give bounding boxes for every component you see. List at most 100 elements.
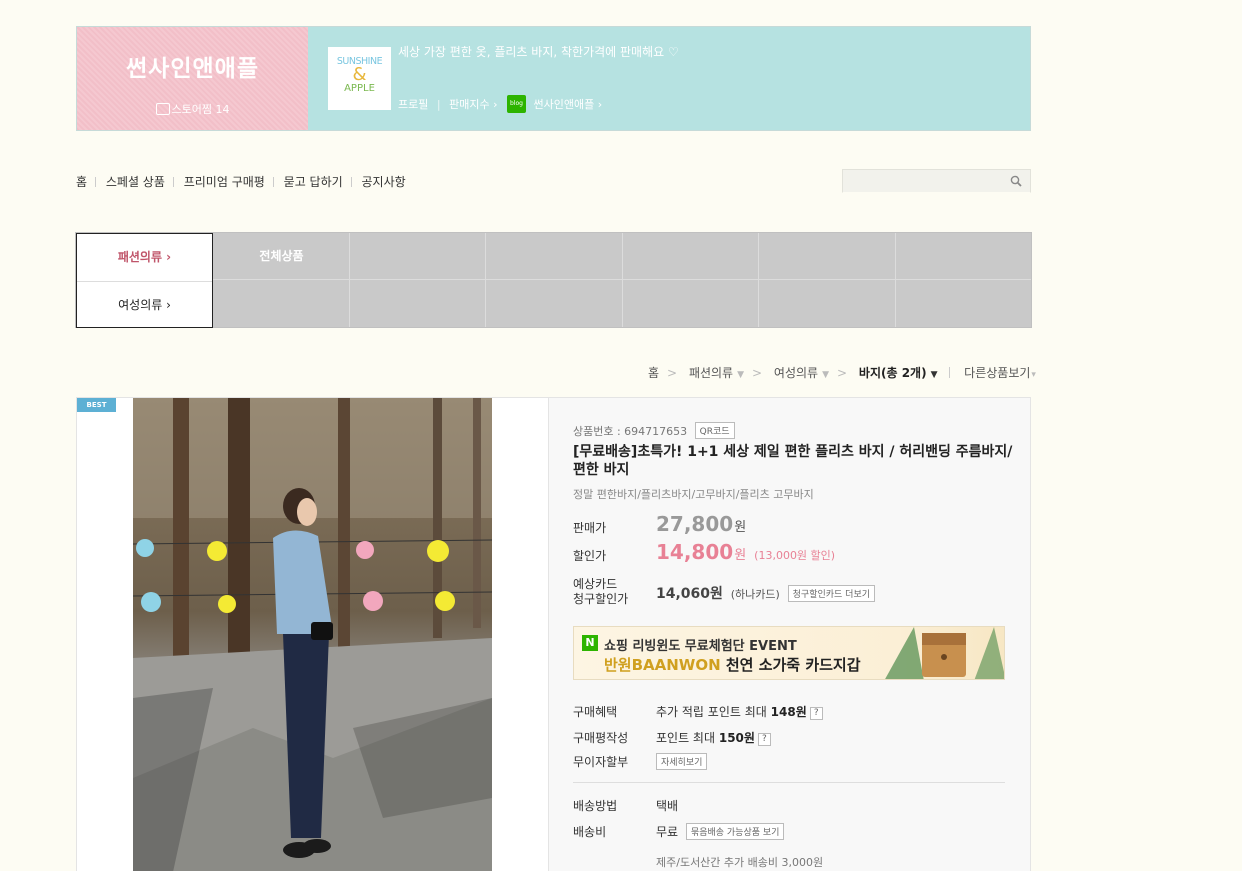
category-selected-panel: 패션의류 › 여성의류 › <box>76 233 213 328</box>
island-shipping-fee: 제주/도서산간 추가 배송비 3,000원 <box>656 856 824 869</box>
category-cell <box>486 280 623 327</box>
category-divider <box>77 281 212 282</box>
store-zzim-icon <box>155 103 170 115</box>
help-icon[interactable]: ? <box>757 733 771 746</box>
product-image-area: BEST <box>76 397 548 871</box>
store-zzim-label: 스토어찜 14 <box>171 103 230 116</box>
divider <box>573 782 1005 783</box>
card-price-row: 14,060원 (하나카드) 청구할인카드 더보기 <box>656 583 876 603</box>
benefit-text: 추가 적립 포인트 최대 <box>656 705 767 719</box>
product-photo[interactable] <box>133 398 492 871</box>
review-row: 포인트 최대 150원? <box>656 729 771 746</box>
won-unit: 원 <box>734 520 747 535</box>
shipping-fee-label: 배송비 <box>573 825 607 839</box>
category-grid: 전체상품 패션의류 › 여성의류 › <box>75 232 1032 328</box>
card-name: (하나카드) <box>730 588 780 601</box>
ad-line-2-text: 천연 소가죽 카드지갑 <box>720 656 861 674</box>
card-price: 14,060원 <box>656 586 723 602</box>
nav-qna[interactable]: 묻고 답하기 <box>284 173 349 190</box>
price-label: 판매가 <box>573 521 607 535</box>
review-value: 150원 <box>718 731 755 745</box>
price-row: 27,800원 <box>656 512 746 536</box>
nav-premium-review[interactable]: 프리미엄 구매평 <box>184 173 271 190</box>
chevron-down-icon[interactable]: ▾ <box>1031 370 1036 380</box>
product-number: 상품번호 : 694717653 <box>573 425 688 438</box>
breadcrumb-fashion[interactable]: 패션의류 <box>689 366 733 380</box>
sale-price-row: 14,800원 (13,000원 할인) <box>656 540 835 564</box>
benefit-row: 추가 적립 포인트 최대 148원? <box>656 703 823 720</box>
other-products-link[interactable]: 다른상품보기 <box>964 366 1030 380</box>
category-cell <box>350 233 486 280</box>
breadcrumb-home[interactable]: 홈 <box>648 366 659 380</box>
category-cell <box>350 280 486 327</box>
store-links: 프로필 | 판매지수 › blog 썬사인앤애플 › <box>398 95 602 113</box>
sale-price: 14,800 <box>656 540 734 564</box>
ad-banner[interactable]: N 쇼핑 리빙윈도 무료체험단 EVENT 반원BAANWON 천연 소가죽 카… <box>573 626 1005 680</box>
nav-special[interactable]: 스페셜 상품 <box>106 173 171 190</box>
category-cell <box>486 233 623 280</box>
won-unit: 원 <box>734 548 747 563</box>
breadcrumb-arrow-icon: > <box>752 366 763 380</box>
category-cell <box>896 233 1031 280</box>
naver-n-icon: N <box>582 635 598 651</box>
category-women[interactable]: 여성의류 › <box>77 296 212 313</box>
breadcrumb-arrow-icon: > <box>837 366 848 380</box>
breadcrumb-separator <box>949 367 951 378</box>
logo-line-3: APPLE <box>344 83 375 94</box>
chevron-down-icon[interactable]: ▼ <box>822 370 829 380</box>
product-title: [무료배송]초특가! 1+1 세상 제일 편한 플리츠 바지 / 허리밴딩 주름… <box>573 444 1013 478</box>
category-cell <box>213 280 350 327</box>
card-label-line1: 예상카드 <box>573 577 618 591</box>
card-price-label: 예상카드 청구할인가 <box>573 577 628 607</box>
category-fashion[interactable]: 패션의류 › <box>77 248 212 265</box>
store-logo[interactable]: SUNSHINE & APPLE <box>328 47 391 110</box>
blog-icon[interactable]: blog <box>506 95 526 113</box>
category-cell <box>896 280 1031 327</box>
nav-home[interactable]: 홈 <box>76 173 93 190</box>
product-number-row: 상품번호 : 694717653 QR코드 <box>573 422 735 439</box>
search-input[interactable] <box>843 170 1003 192</box>
installment-row: 자세히보기 <box>652 753 708 770</box>
chevron-down-icon[interactable]: ▼ <box>931 370 938 380</box>
logo-line-2: & <box>352 64 367 85</box>
benefit-label: 구매혜택 <box>573 705 618 719</box>
profile-link[interactable]: 프로필 <box>398 98 428 111</box>
chevron-down-icon[interactable]: ▼ <box>737 370 744 380</box>
discount-note: (13,000원 할인) <box>754 549 836 562</box>
breadcrumb-arrow-icon: > <box>667 366 678 380</box>
best-badge: BEST <box>77 398 116 412</box>
main-nav: 홈 스페셜 상품 프리미엄 구매평 묻고 답하기 공지사항 <box>76 173 412 190</box>
nav-separator <box>172 177 174 187</box>
search-box <box>842 169 1031 193</box>
ad-line-2: 반원BAANWON 천연 소가죽 카드지갑 <box>604 654 861 675</box>
blog-link[interactable]: 썬사인앤애플 › <box>533 98 602 111</box>
installment-detail-button[interactable]: 자세히보기 <box>656 753 708 770</box>
store-name-panel[interactable]: 썬사인앤애플 스토어찜 14 <box>77 27 308 130</box>
store-zzim[interactable]: 스토어찜 14 <box>77 101 308 117</box>
sales-index-link[interactable]: 판매지수 › <box>449 98 497 111</box>
product-info-panel: 상품번호 : 694717653 QR코드 [무료배송]초특가! 1+1 세상 … <box>548 397 1031 871</box>
review-label: 구매평작성 <box>573 731 629 745</box>
store-name[interactable]: 썬사인앤애플 <box>77 49 308 83</box>
category-cell <box>623 280 759 327</box>
original-price: 27,800 <box>656 512 734 536</box>
nav-notice[interactable]: 공지사항 <box>362 173 412 190</box>
help-icon[interactable]: ? <box>809 707 823 720</box>
search-icon[interactable] <box>1010 175 1022 187</box>
bundle-shipping-button[interactable]: 묶음배송 가능상품 보기 <box>685 823 785 840</box>
breadcrumb-women[interactable]: 여성의류 <box>774 366 818 380</box>
category-cell <box>623 233 759 280</box>
nav-separator <box>350 177 352 187</box>
sale-label: 할인가 <box>573 549 607 563</box>
ad-line-1: 쇼핑 리빙윈도 무료체험단 EVENT <box>604 639 797 654</box>
breadcrumb-current[interactable]: 바지(총 2개) <box>859 366 927 380</box>
benefit-value: 148원 <box>770 705 807 719</box>
store-description: 세상 가장 편한 옷, 플리츠 바지, 착한가격에 판매해요 ♡ <box>398 45 679 59</box>
category-cell <box>759 280 896 327</box>
category-all-products[interactable]: 전체상품 <box>213 247 350 264</box>
shipping-method: 택배 <box>656 799 679 813</box>
shipping-fee: 무료 <box>656 825 679 839</box>
qr-code-button[interactable]: QR코드 <box>694 422 735 439</box>
wallet-image-icon <box>885 627 1004 679</box>
card-more-button[interactable]: 청구할인카드 더보기 <box>787 585 876 602</box>
